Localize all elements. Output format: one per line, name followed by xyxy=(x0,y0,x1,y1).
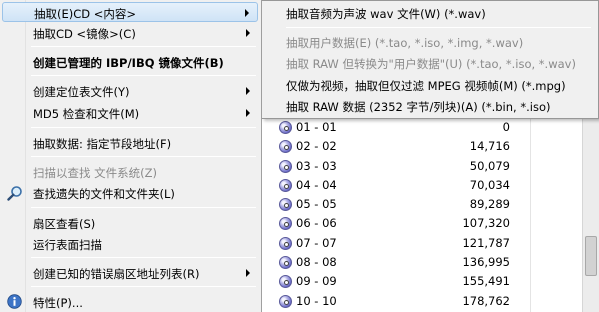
menu-separator xyxy=(31,286,256,287)
submenu-item-label: 仅做为视频，抽取但仅过滤 MPEG 视频帧(M) (*.mpg) xyxy=(286,79,566,93)
table-row[interactable]: 02 - 02 14,716 xyxy=(276,137,526,156)
menu-separator xyxy=(31,75,256,76)
menu-item-scan-filesystem[interactable]: 扫描以查找 文件系统(Z) xyxy=(2,162,258,182)
track-size: 155,491 xyxy=(462,274,510,289)
submenu-arrow-icon xyxy=(246,109,250,117)
menu-item-label: 创建已管理的 IBP/IBQ 镜像文件(B) xyxy=(33,56,224,70)
search-icon xyxy=(7,186,22,201)
track-size: 70,034 xyxy=(469,177,510,192)
menu-item-extract-cd-contents[interactable]: 抽取(E)CD <内容> xyxy=(2,2,258,22)
submenu-item-label: 抽取 RAW 但转换为"用户数据"(U) (*.tao, *.iso, *.wa… xyxy=(286,57,576,71)
track-rows: 01 - 01 0 02 - 02 14,716 03 - 03 50,079 04 … xyxy=(276,118,526,311)
menu-item-md5-checksum[interactable]: MD5 检查和文件(M) xyxy=(2,103,258,123)
audio-cd-icon xyxy=(279,236,292,250)
menu-item-label: 运行表面扫描 xyxy=(33,238,102,252)
menu-item-find-lost-files[interactable]: 查找遗失的文件和文件夹(L) xyxy=(2,183,258,203)
menu-item-sector-view[interactable]: 扇区查看(S) xyxy=(2,213,258,233)
track-name: 06 - 06 xyxy=(296,216,337,231)
track-name: 07 - 07 xyxy=(296,235,337,250)
menu-item-label: 创建已知的错误扇区地址列表(R) xyxy=(33,267,200,281)
menu-item-label: 抽取CD <镜像>(C) xyxy=(33,27,136,41)
track-size: 0 xyxy=(502,120,510,134)
menu-item-label: 扫描以查找 文件系统(Z) xyxy=(33,166,158,180)
menu-item-bad-sector-list[interactable]: 创建已知的错误扇区地址列表(R) xyxy=(2,263,258,283)
track-size: 107,320 xyxy=(462,216,510,231)
menu-item-label: 抽取数据: 指定节段地址(F) xyxy=(33,137,172,151)
track-size: 121,787 xyxy=(462,235,510,250)
audio-cd-icon xyxy=(279,217,292,231)
track-name: 02 - 02 xyxy=(296,139,337,154)
menu-separator xyxy=(286,27,591,28)
audio-cd-icon xyxy=(279,159,292,173)
submenu-item-label: 抽取用户数据(E) (*.tao, *.iso, *.img, *.wav) xyxy=(286,36,524,50)
menu-separator xyxy=(31,46,256,47)
menu-separator xyxy=(31,156,256,157)
menu-item-create-managed-image[interactable]: 创建已管理的 IBP/IBQ 镜像文件(B) xyxy=(2,52,258,72)
table-row[interactable]: 08 - 08 136,995 xyxy=(276,253,526,272)
menu-item-properties[interactable]: 特性(P)... xyxy=(2,292,258,312)
table-row[interactable]: 03 - 03 50,079 xyxy=(276,157,526,176)
submenu-item-label: 抽取 RAW 数据 (2352 字节/列块)(A) (*.bin, *.iso) xyxy=(286,100,551,114)
menu-item-extract-cd-image[interactable]: 抽取CD <镜像>(C) xyxy=(2,23,258,43)
table-row[interactable]: 05 - 05 89,289 xyxy=(276,195,526,214)
menu-item-label: 抽取(E)CD <内容> xyxy=(34,7,137,21)
context-menu: 抽取(E)CD <内容> 抽取CD <镜像>(C) 创建已管理的 IBP/IBQ… xyxy=(0,0,262,312)
audio-cd-icon xyxy=(279,256,292,270)
track-name: 09 - 09 xyxy=(296,274,337,289)
submenu-item-extract-raw[interactable]: 抽取 RAW 数据 (2352 字节/列块)(A) (*.bin, *.iso) xyxy=(262,96,597,116)
track-name: 08 - 08 xyxy=(296,255,337,270)
track-name: 03 - 03 xyxy=(296,158,337,173)
audio-cd-icon xyxy=(279,275,292,289)
submenu-item-extract-mpeg[interactable]: 仅做为视频，抽取但仅过滤 MPEG 视频帧(M) (*.mpg) xyxy=(262,75,597,95)
menu-item-label: 扇区查看(S) xyxy=(33,217,96,231)
menu-item-label: 特性(P)... xyxy=(33,296,83,310)
track-size: 50,079 xyxy=(469,158,510,173)
track-size: 178,762 xyxy=(462,293,510,308)
submenu-arrow-icon xyxy=(246,87,250,95)
submenu-item-label: 抽取音频为声波 wav 文件(W) (*.wav) xyxy=(286,7,486,21)
track-name: 10 - 10 xyxy=(296,293,337,308)
table-row[interactable]: 01 - 01 0 xyxy=(276,118,526,137)
submenu-item-extract-wav[interactable]: 抽取音频为声波 wav 文件(W) (*.wav) xyxy=(262,3,597,23)
menu-item-label: 创建定位表文件(Y) xyxy=(33,85,130,99)
table-row[interactable]: 04 - 04 70,034 xyxy=(276,176,526,195)
menu-separator xyxy=(31,127,256,128)
submenu-item-extract-user-data[interactable]: 抽取用户数据(E) (*.tao, *.iso, *.img, *.wav) xyxy=(262,32,597,52)
audio-cd-icon xyxy=(279,198,292,212)
track-name: 04 - 04 xyxy=(296,177,337,192)
track-size: 136,995 xyxy=(462,255,510,270)
scrollbar-thumb[interactable] xyxy=(585,236,597,276)
submenu-arrow-icon xyxy=(246,29,250,37)
table-row[interactable]: 06 - 06 107,320 xyxy=(276,214,526,233)
menu-item-surface-scan[interactable]: 运行表面扫描 xyxy=(2,234,258,254)
table-row[interactable]: 07 - 07 121,787 xyxy=(276,234,526,253)
submenu-arrow-icon xyxy=(245,9,249,17)
submenu-arrow-icon xyxy=(246,269,250,277)
audio-cd-icon xyxy=(279,140,292,154)
track-name: 01 - 01 xyxy=(296,120,337,134)
table-row[interactable]: 10 - 10 178,762 xyxy=(276,292,526,311)
menu-item-extract-sector-range[interactable]: 抽取数据: 指定节段地址(F) xyxy=(2,133,258,153)
extract-cd-contents-submenu: 抽取音频为声波 wav 文件(W) (*.wav) 抽取用户数据(E) (*.t… xyxy=(262,0,599,119)
track-size: 14,716 xyxy=(469,139,510,154)
info-icon xyxy=(7,294,22,309)
audio-cd-icon xyxy=(279,178,292,192)
menu-separator xyxy=(31,207,256,208)
audio-cd-icon xyxy=(279,294,292,308)
menu-item-create-locator-file[interactable]: 创建定位表文件(Y) xyxy=(2,81,258,101)
track-size: 89,289 xyxy=(469,197,510,212)
table-row[interactable]: 09 - 09 155,491 xyxy=(276,272,526,291)
menu-item-label: 查找遗失的文件和文件夹(L) xyxy=(33,187,175,201)
menu-item-label: MD5 检查和文件(M) xyxy=(33,107,140,121)
track-name: 05 - 05 xyxy=(296,197,337,212)
audio-cd-icon xyxy=(279,121,292,134)
menu-separator xyxy=(31,257,256,258)
submenu-item-extract-raw-convert[interactable]: 抽取 RAW 但转换为"用户数据"(U) (*.tao, *.iso, *.wa… xyxy=(262,53,597,73)
